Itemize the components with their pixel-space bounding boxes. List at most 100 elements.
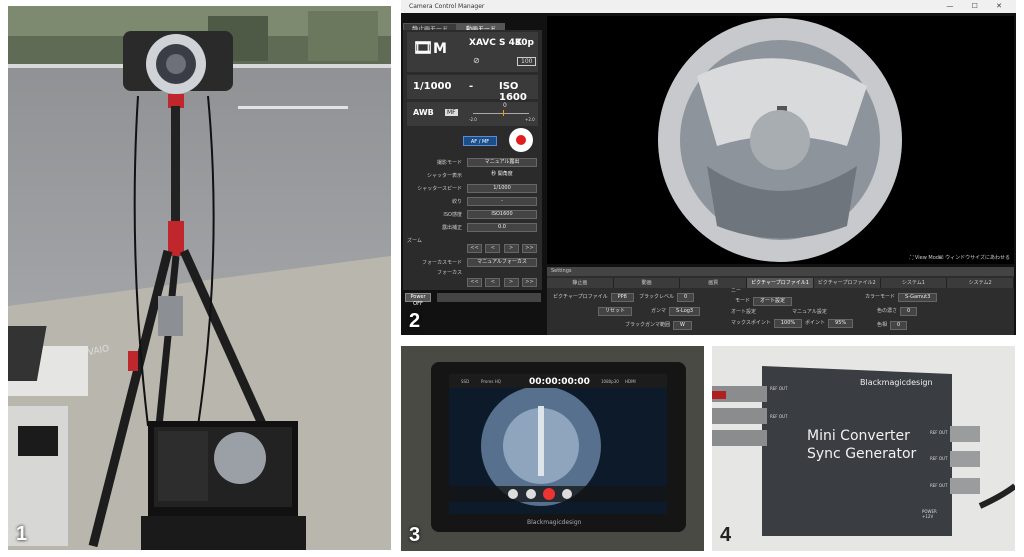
monitor-top-item-4: HDMI <box>625 379 636 384</box>
monitor-brand: Blackmagicdesign <box>527 519 582 526</box>
record-button[interactable] <box>509 128 533 152</box>
ev-value: 0 <box>503 102 507 109</box>
product-name-line-1: Mini Converter <box>807 428 910 444</box>
color-phase-select[interactable]: 0 <box>890 321 908 330</box>
aperture-select[interactable]: - <box>467 197 537 206</box>
view-mode-button[interactable]: ⛶ View Mode <box>910 255 942 261</box>
movie-mode-icon: 🎞 <box>413 38 434 57</box>
black-gamma-select[interactable]: W <box>673 321 692 330</box>
settings-tabs: 静止画 動画 画質 ピクチャープロファイル1 ピクチャープロファイル2 システム… <box>547 278 1015 288</box>
record-icon <box>516 135 526 145</box>
zoom-tele-button[interactable]: > <box>503 244 519 253</box>
product-name-line-2: Sync Generator <box>807 446 917 462</box>
pp-row: ピクチャープロファイル PP8 <box>553 293 634 302</box>
tab-picture-profile-1[interactable]: ピクチャープロファイル1 <box>747 278 814 288</box>
mode-tabs: 静止画モード動画モード <box>403 16 543 35</box>
monitor-timecode: 00:00:00:00 <box>529 377 590 387</box>
control-exposure-comp: 露出補正 0.0 <box>407 223 538 233</box>
fit-window-checkbox[interactable]: ☑ ウィンドウサイズにあわせる <box>939 254 1010 261</box>
gamma-select[interactable]: S-Log3 <box>669 307 701 316</box>
control-shooting-mode: 撮影モード マニュアル露出 <box>407 158 538 168</box>
color-mode-select[interactable]: S-Gamut3 <box>898 293 938 302</box>
point-row: ポイント 95% <box>805 319 854 328</box>
control-focus: フォーカス <box>436 270 462 276</box>
zoom-buttons: << < > >> <box>467 244 537 253</box>
focus-mode-select[interactable]: マニュアルフォーカス <box>467 258 537 267</box>
shooting-mode-label: M <box>433 41 447 57</box>
ref-out-label-3: REF OUT <box>930 430 948 435</box>
control-iso: ISO感度 ISO1600 <box>407 210 538 220</box>
ev-scale <box>473 113 529 114</box>
shutter-speed-select[interactable]: 1/1000 <box>467 184 537 193</box>
photo-panel-camera-rig: VAIO 1 <box>8 6 391 550</box>
ref-out-label-5: REF OUT <box>930 483 948 488</box>
manual-set-label: マニュアル設定 <box>792 309 827 315</box>
focus-far-fast-button[interactable]: >> <box>521 278 537 287</box>
iso-value: ISO 1600 <box>499 81 527 103</box>
bitrate-badge: 100 <box>517 57 537 66</box>
black-level-select[interactable]: 0 <box>677 293 695 302</box>
format-status: 🎞 M XAVC S 4K 30p ⊘ 100 <box>407 32 538 72</box>
iso-select[interactable]: ISO1600 <box>467 210 537 219</box>
panel-number-4: 4 <box>720 524 732 546</box>
photo-panel-sync-generator: Blackmagicdesign Mini Converter Sync Gen… <box>712 346 1015 551</box>
control-shutter-display: シャッター表示秒 開角度 <box>407 171 538 181</box>
ref-out-label-4: REF OUT <box>930 456 948 461</box>
panel-number-2: 2 <box>409 310 421 332</box>
monitor-top-item-2: Prores HQ <box>481 379 501 384</box>
ref-out-label-1: REF OUT <box>770 386 788 391</box>
knee-mode-row: モード オート設定 <box>735 297 793 306</box>
af-mf-button[interactable]: AF / MF <box>463 136 497 146</box>
window-controls[interactable]: — ☐ ✕ <box>946 0 1010 13</box>
wb-label: AWB <box>413 108 434 117</box>
tab-system-2[interactable]: システム2 <box>947 278 1015 288</box>
monitor-top-item-3: 1080p30 <box>601 379 619 384</box>
frame-rate: 30p <box>515 38 534 48</box>
tab-movie[interactable]: 動画 <box>613 278 681 288</box>
knee-mode-select[interactable]: オート設定 <box>753 297 793 306</box>
focus-buttons: << < > >> <box>467 278 537 287</box>
control-focus-mode: フォーカスモード マニュアルフォーカス <box>407 258 538 268</box>
focus-near-button[interactable]: < <box>485 278 501 287</box>
camera-status-panel: 🎞 M XAVC S 4K 30p ⊘ 100 1/1000 - ISO 160… <box>403 30 542 290</box>
status-bar <box>437 293 541 302</box>
wb-mode-badge: MF <box>445 109 458 116</box>
zoom-tele-fast-button[interactable]: >> <box>521 244 537 253</box>
shutter-display-radio[interactable]: 秒 開角度 <box>467 171 537 180</box>
control-shutter-speed: シャッタースピード 1/1000 <box>407 184 538 194</box>
live-view: ⛶ View Mode ☑ ウィンドウサイズにあわせる <box>547 16 1014 264</box>
aperture-value: - <box>469 81 474 92</box>
shooting-mode-select[interactable]: マニュアル露出 <box>467 158 537 167</box>
max-point-row: マックスポイント 100% <box>731 319 803 328</box>
reset-button[interactable]: リセット <box>598 307 633 316</box>
camera-rig-photo <box>8 6 391 550</box>
point-select[interactable]: 95% <box>828 319 854 328</box>
focus-near-fast-button[interactable]: << <box>467 278 482 287</box>
zoom-wide-button[interactable]: < <box>485 244 501 253</box>
exposure-comp-select[interactable]: 0.0 <box>467 223 537 232</box>
photo-panel-field-monitor: 00:00:00:00 SSD Prores HQ 1080p30 HDMI B… <box>401 346 704 551</box>
tab-system-1[interactable]: システム1 <box>880 278 948 288</box>
monitor-top-item-1: SSD <box>461 379 470 384</box>
window-titlebar: Camera Control Manager — ☐ ✕ <box>401 0 1016 13</box>
tab-still[interactable]: 静止画 <box>547 278 614 288</box>
window-title: Camera Control Manager <box>409 3 485 10</box>
power-off-button[interactable]: Power OFF <box>405 293 431 307</box>
shutter-speed-value: 1/1000 <box>413 81 452 92</box>
settings-title: Settings <box>547 267 1014 276</box>
color-phase-row: 色相 0 <box>877 321 908 330</box>
ev-indicator <box>503 110 504 116</box>
saturation-select[interactable]: 0 <box>900 307 918 316</box>
pp-select[interactable]: PP8 <box>610 293 634 302</box>
tab-picture-profile-2[interactable]: ピクチャープロファイル2 <box>813 278 881 288</box>
max-point-select[interactable]: 100% <box>773 319 803 328</box>
recording-format: XAVC S 4K <box>469 38 522 48</box>
zoom-wide-fast-button[interactable]: << <box>467 244 482 253</box>
auto-set-label: オート設定 <box>731 309 757 315</box>
white-balance-status: AWB MF 0 -2.0 +2.0 <box>407 102 538 126</box>
control-aperture: 絞り - <box>407 197 538 207</box>
ref-out-label-2: REF OUT <box>770 414 788 419</box>
focus-far-button[interactable]: > <box>503 278 519 287</box>
gamma-row: ガンマ S-Log3 <box>651 307 701 316</box>
knee-label: ニー <box>731 288 742 294</box>
